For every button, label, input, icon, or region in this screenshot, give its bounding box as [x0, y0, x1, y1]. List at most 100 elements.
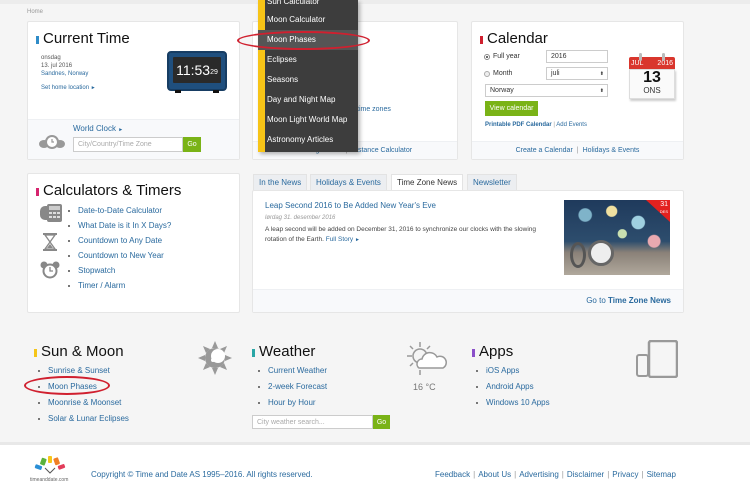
menu-item-seasons[interactable]: Seasons	[267, 70, 298, 90]
timer-alarm-link[interactable]: Timer / Alarm	[78, 281, 125, 290]
current-time-heading: Current Time	[36, 30, 130, 47]
news-image-pocket-watch: 31 DES	[564, 200, 670, 275]
month-select[interactable]: juli ⬍	[546, 67, 608, 80]
printable-pdf-calendar-link[interactable]: Printable PDF Calendar	[485, 122, 552, 128]
list-item[interactable]: Countdown to Any Date	[64, 233, 171, 248]
go-to-time-zone-news[interactable]: Go to Time Zone News	[586, 296, 671, 305]
year-value: 2016	[551, 53, 567, 60]
add-events-link[interactable]: Add Events	[556, 122, 587, 128]
separator: |	[561, 470, 564, 479]
weather-heading: Weather	[252, 343, 315, 360]
tab-holidays-events[interactable]: Holidays & Events	[310, 174, 387, 190]
list-item[interactable]: Windows 10 Apps	[472, 395, 550, 410]
sun-moon-heading: Sun & Moon	[34, 343, 124, 360]
list-item[interactable]: iOS Apps	[472, 363, 550, 378]
world-clock-go-button[interactable]: Go	[183, 137, 201, 152]
sitemap-link[interactable]: Sitemap	[647, 470, 676, 479]
tab-in-the-news[interactable]: In the News	[253, 174, 308, 190]
advertising-link[interactable]: Advertising	[519, 470, 559, 479]
solar-lunar-eclipses-link[interactable]: Solar & Lunar Eclipses	[48, 414, 129, 423]
weather-title: Weather	[259, 343, 316, 360]
clock-seconds: 29	[210, 69, 218, 76]
list-item[interactable]: Timer / Alarm	[64, 278, 171, 293]
sunrise-sunset-link[interactable]: Sunrise & Sunset	[48, 366, 110, 375]
create-calendar-link[interactable]: Create a Calendar	[516, 147, 573, 154]
weather-search-input[interactable]: City weather search...	[252, 415, 373, 429]
date-to-date-calculator-link[interactable]: Date-to-Date Calculator	[78, 206, 162, 215]
location-link[interactable]: Sandnes, Norway	[41, 70, 96, 78]
calendar-page-icon: JUL 2016 13 ONS	[629, 53, 677, 101]
calendar-footer: Create a Calendar | Holidays & Events	[472, 141, 683, 159]
full-story-link[interactable]: Full Story	[326, 236, 353, 243]
feedback-link[interactable]: Feedback	[435, 470, 470, 479]
list-item[interactable]: Current Weather	[254, 363, 327, 378]
apps-list: iOS Apps Android Apps Windows 10 Apps	[472, 363, 550, 410]
hourglass-icon	[43, 233, 57, 251]
logo-text[interactable]: timeanddate.com	[30, 477, 68, 483]
sun-moon-icon	[198, 341, 232, 375]
arrow-right-icon: ►	[90, 85, 96, 91]
privacy-link[interactable]: Privacy	[612, 470, 638, 479]
countdown-new-year-link[interactable]: Countdown to New Year	[78, 251, 164, 260]
year-input[interactable]: 2016	[546, 50, 608, 63]
ios-apps-link[interactable]: iOS Apps	[486, 366, 519, 375]
set-home-location-link[interactable]: Set home location ►	[41, 84, 96, 92]
menu-item-moon-light-world-map[interactable]: Moon Light World Map	[267, 110, 347, 130]
month-radio[interactable]: Month	[484, 70, 512, 77]
list-item[interactable]: What Date is it In X Days?	[64, 218, 171, 233]
menu-accent-bar	[258, 0, 265, 152]
stopwatch-link[interactable]: Stopwatch	[78, 266, 115, 275]
list-item[interactable]: Countdown to New Year	[64, 248, 171, 263]
tab-newsletter[interactable]: Newsletter	[467, 174, 517, 190]
world-clock-link[interactable]: World Clock ►	[73, 124, 123, 133]
goto-prefix: Go to	[586, 296, 606, 305]
menu-item-eclipses[interactable]: Eclipses	[267, 50, 297, 70]
sun-moon-list: Sunrise & Sunset Moon Phases Moonrise & …	[34, 363, 129, 426]
select-arrows-icon: ⬍	[599, 70, 604, 77]
calculators-title: Calculators & Timers	[43, 182, 182, 199]
list-item[interactable]: Solar & Lunar Eclipses	[34, 411, 129, 426]
breadcrumb[interactable]: Home	[27, 9, 43, 15]
view-calendar-button[interactable]: View calendar	[485, 101, 538, 116]
hour-by-hour-link[interactable]: Hour by Hour	[268, 398, 316, 407]
list-item[interactable]: Hour by Hour	[254, 395, 327, 410]
devices-icon	[636, 340, 678, 378]
time-zones-link[interactable]: time zones	[357, 106, 391, 113]
badge-day: 31	[660, 201, 668, 208]
countdown-any-date-link[interactable]: Countdown to Any Date	[78, 236, 162, 245]
full-year-radio[interactable]: Full year	[484, 53, 520, 60]
icon-day: 13	[643, 69, 661, 86]
list-item[interactable]: Moonrise & Moonset	[34, 395, 129, 410]
list-item[interactable]: Stopwatch	[64, 263, 171, 278]
menu-item-astronomy-articles[interactable]: Astronomy Articles	[267, 130, 333, 150]
list-item[interactable]: 2-week Forecast	[254, 379, 327, 394]
month-value: juli	[551, 70, 560, 77]
weather-go-button[interactable]: Go	[373, 415, 390, 429]
full-year-label: Full year	[493, 53, 520, 60]
about-us-link[interactable]: About Us	[478, 470, 511, 479]
distance-calculator-link[interactable]: Distance Calculator	[351, 147, 412, 154]
tab-time-zone-news[interactable]: Time Zone News	[391, 174, 464, 190]
time-zone-news-link[interactable]: Time Zone News	[608, 296, 671, 305]
holidays-events-link[interactable]: Holidays & Events	[583, 147, 640, 154]
country-select[interactable]: Norway ⬍	[485, 84, 608, 97]
disclaimer-link[interactable]: Disclaimer	[567, 470, 604, 479]
android-apps-link[interactable]: Android Apps	[486, 382, 534, 391]
heading-accent	[252, 349, 255, 357]
calendar-links: Printable PDF Calendar | Add Events	[485, 122, 587, 128]
current-weather-link[interactable]: Current Weather	[268, 366, 327, 375]
menu-item-moon-calculator[interactable]: Moon Calculator	[267, 10, 325, 30]
arrow-right-icon: ►	[354, 237, 360, 243]
windows-apps-link[interactable]: Windows 10 Apps	[486, 398, 550, 407]
list-item[interactable]: Date-to-Date Calculator	[64, 203, 171, 218]
date: 13. jul 2016	[41, 63, 73, 69]
news-headline-link[interactable]: Leap Second 2016 to Be Added New Year's …	[265, 201, 436, 210]
footer: timeanddate.com Copyright © Time and Dat…	[0, 442, 750, 500]
calendar-heading: Calendar	[480, 30, 548, 47]
what-date-link[interactable]: What Date is it In X Days?	[78, 221, 171, 230]
two-week-forecast-link[interactable]: 2-week Forecast	[268, 382, 327, 391]
moonrise-moonset-link[interactable]: Moonrise & Moonset	[48, 398, 121, 407]
list-item[interactable]: Android Apps	[472, 379, 550, 394]
menu-item-day-night-map[interactable]: Day and Night Map	[267, 90, 335, 110]
world-clock-search-input[interactable]: City/Country/Time Zone	[73, 137, 183, 152]
